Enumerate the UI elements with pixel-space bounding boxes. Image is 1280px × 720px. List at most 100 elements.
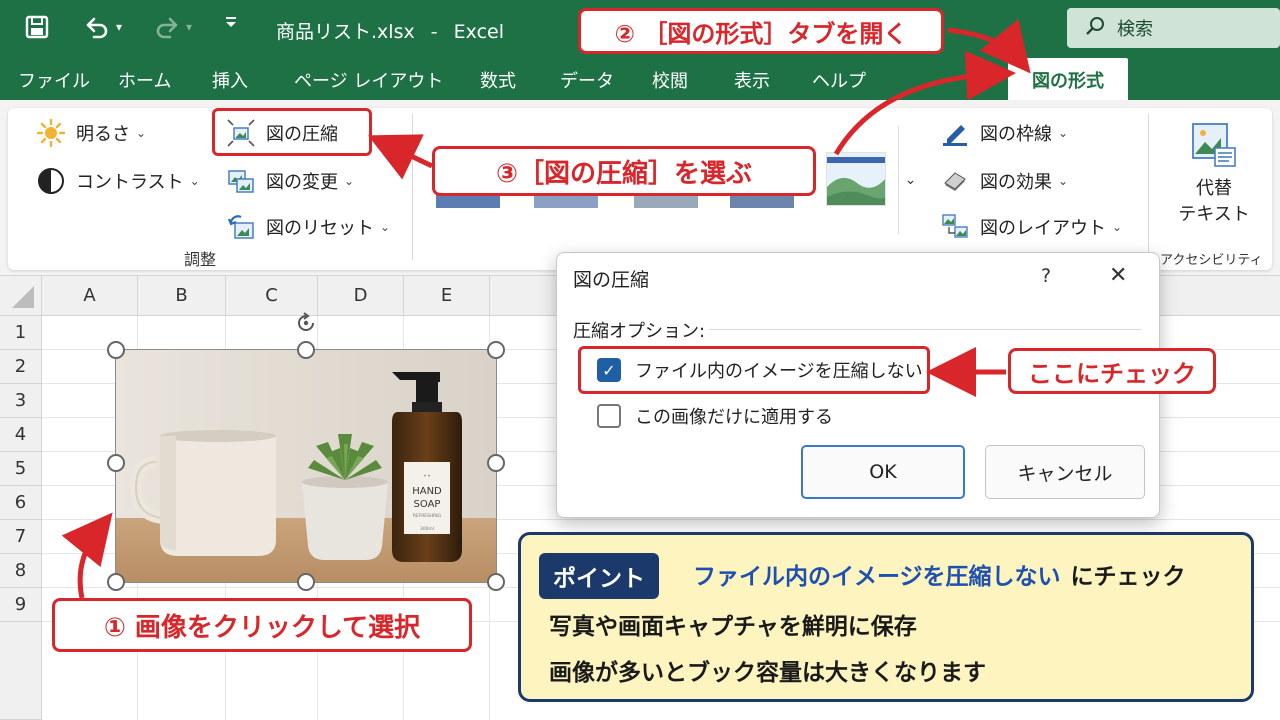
point-box: ポイント ファイル内のイメージを圧縮しない にチェック 写真や画面キャプチャを鮮明… (518, 532, 1254, 702)
compress-highlight-box (212, 108, 372, 156)
picture-border-button[interactable]: 図の枠線 ⌄ (940, 118, 1068, 148)
resize-handle[interactable] (487, 341, 505, 359)
effects-label: 図の効果 (980, 172, 1052, 193)
point-highlight: ファイル内のイメージを圧縮しない (693, 564, 1061, 590)
row-header-rest (0, 622, 42, 720)
resize-handle[interactable] (107, 341, 125, 359)
effects-icon (940, 166, 970, 196)
row-header-8[interactable]: 8 (0, 554, 42, 588)
row-header-7[interactable]: 7 (0, 520, 42, 554)
column-header-b[interactable]: B (138, 276, 226, 316)
app-name: Excel (453, 21, 505, 43)
undo-dropdown-icon[interactable]: ▾ (116, 20, 122, 34)
selection-border (115, 349, 497, 583)
picture-layout-button[interactable]: 図のレイアウト ⌄ (940, 212, 1122, 242)
tab-picture-format[interactable]: 図の形式 (1008, 58, 1128, 100)
search-icon (1085, 16, 1105, 41)
layout-icon (940, 212, 970, 242)
resize-handle[interactable] (107, 573, 125, 591)
window-title: 商品リスト.xlsx - Excel (276, 21, 505, 43)
sun-icon (36, 118, 66, 148)
resize-handle[interactable] (487, 573, 505, 591)
row-header-9[interactable]: 9 (0, 588, 42, 622)
tab-home[interactable]: ホーム (118, 67, 171, 93)
search-box[interactable]: 検索 (1067, 8, 1280, 48)
resize-handle[interactable] (487, 454, 505, 472)
point-line2: 写真や画面キャプチャを鮮明に保存 (549, 614, 917, 640)
chevron-down-icon: ⌄ (136, 126, 147, 140)
change-picture-button[interactable]: 図の変更 ⌄ (226, 166, 354, 196)
save-icon[interactable] (24, 14, 50, 40)
resize-handle[interactable] (297, 341, 315, 359)
tab-view[interactable]: 表示 (734, 67, 770, 93)
row-header-3[interactable]: 3 (0, 384, 42, 418)
step3-callout: ③［図の圧縮］を選ぶ (432, 146, 816, 196)
tab-formulas[interactable]: 数式 (480, 67, 516, 93)
column-header-d[interactable]: D (318, 276, 404, 316)
reset-picture-button[interactable]: 図のリセット ⌄ (226, 212, 390, 242)
file-name: 商品リスト.xlsx (276, 21, 415, 43)
chevron-down-icon: ⌄ (1058, 174, 1069, 188)
search-label: 検索 (1117, 19, 1153, 40)
reset-label: 図のリセット (266, 218, 374, 239)
column-header-a[interactable]: A (42, 276, 138, 316)
compression-options-label: 圧縮オプション: (573, 321, 706, 342)
border-label: 図の枠線 (980, 124, 1052, 145)
change-label: 図の変更 (266, 172, 338, 193)
tab-help[interactable]: ヘルプ (812, 67, 866, 93)
rotate-handle-icon[interactable] (295, 312, 317, 338)
chevron-down-icon: ⌄ (1058, 126, 1069, 140)
customize-qat-icon[interactable] (224, 14, 238, 28)
close-icon[interactable]: ✕ (1109, 263, 1127, 288)
point-line1: ファイル内のイメージを圧縮しない にチェック (693, 557, 1186, 591)
section-divider (709, 329, 1141, 330)
row-header-2[interactable]: 2 (0, 350, 42, 384)
tab-data[interactable]: データ (560, 67, 614, 93)
tab-insert[interactable]: 挿入 (212, 67, 248, 93)
resize-handle[interactable] (107, 454, 125, 472)
help-button[interactable]: ? (1041, 265, 1051, 287)
apply-only-this-checkbox[interactable] (597, 404, 621, 428)
cancel-button[interactable]: キャンセル (985, 445, 1145, 499)
apply-only-this-label: この画像だけに適用する (635, 407, 833, 428)
select-all-corner[interactable] (0, 276, 42, 316)
chevron-down-icon: ⌄ (1112, 220, 1123, 234)
chevron-down-icon: ⌄ (904, 172, 917, 188)
tab-review[interactable]: 校閲 (652, 67, 688, 93)
alt-text-button[interactable]: 代替 テキスト (1158, 120, 1270, 226)
contrast-button[interactable]: コントラスト ⌄ (36, 166, 200, 196)
adjust-group-label: 調整 (184, 250, 217, 269)
column-header-c[interactable]: C (226, 276, 318, 316)
pen-icon (940, 118, 970, 148)
apply-only-this-option[interactable]: この画像だけに適用する (597, 403, 833, 429)
picture-effects-button[interactable]: 図の効果 ⌄ (940, 166, 1068, 196)
checkbox-highlight-box (578, 346, 930, 394)
redo-dropdown-icon[interactable]: ▾ (186, 20, 192, 34)
undo-icon[interactable]: ▾ (82, 14, 122, 40)
ok-button[interactable]: OK (801, 445, 965, 499)
layout-label: 図のレイアウト (980, 218, 1106, 239)
tab-page-layout[interactable]: ページ レイアウト (294, 67, 443, 93)
point-badge: ポイント (539, 553, 659, 599)
contrast-icon (36, 166, 66, 196)
alt-text-line2: テキスト (1178, 204, 1250, 225)
row-header-6[interactable]: 6 (0, 486, 42, 520)
column-header-e[interactable]: E (404, 276, 490, 316)
redo-icon[interactable]: ▾ (152, 14, 192, 40)
change-picture-icon (226, 166, 256, 196)
alt-text-icon (1158, 120, 1270, 170)
accessibility-group-label: アクセシビリティ (1160, 253, 1263, 268)
brightness-button[interactable]: 明るさ ⌄ (36, 118, 146, 148)
style-thumbnail-5[interactable] (826, 152, 886, 206)
contrast-label: コントラスト (76, 172, 184, 193)
brightness-label: 明るさ (76, 124, 130, 145)
point-line1-suffix: にチェック (1070, 564, 1186, 590)
chevron-down-icon: ⌄ (189, 174, 200, 188)
row-header-1[interactable]: 1 (0, 316, 42, 350)
check-here-callout: ここにチェック (1008, 348, 1216, 394)
row-header-5[interactable]: 5 (0, 452, 42, 486)
gallery-more-button[interactable]: ⌄ (898, 126, 922, 234)
row-header-4[interactable]: 4 (0, 418, 42, 452)
resize-handle[interactable] (297, 573, 315, 591)
tab-file[interactable]: ファイル (18, 67, 90, 93)
